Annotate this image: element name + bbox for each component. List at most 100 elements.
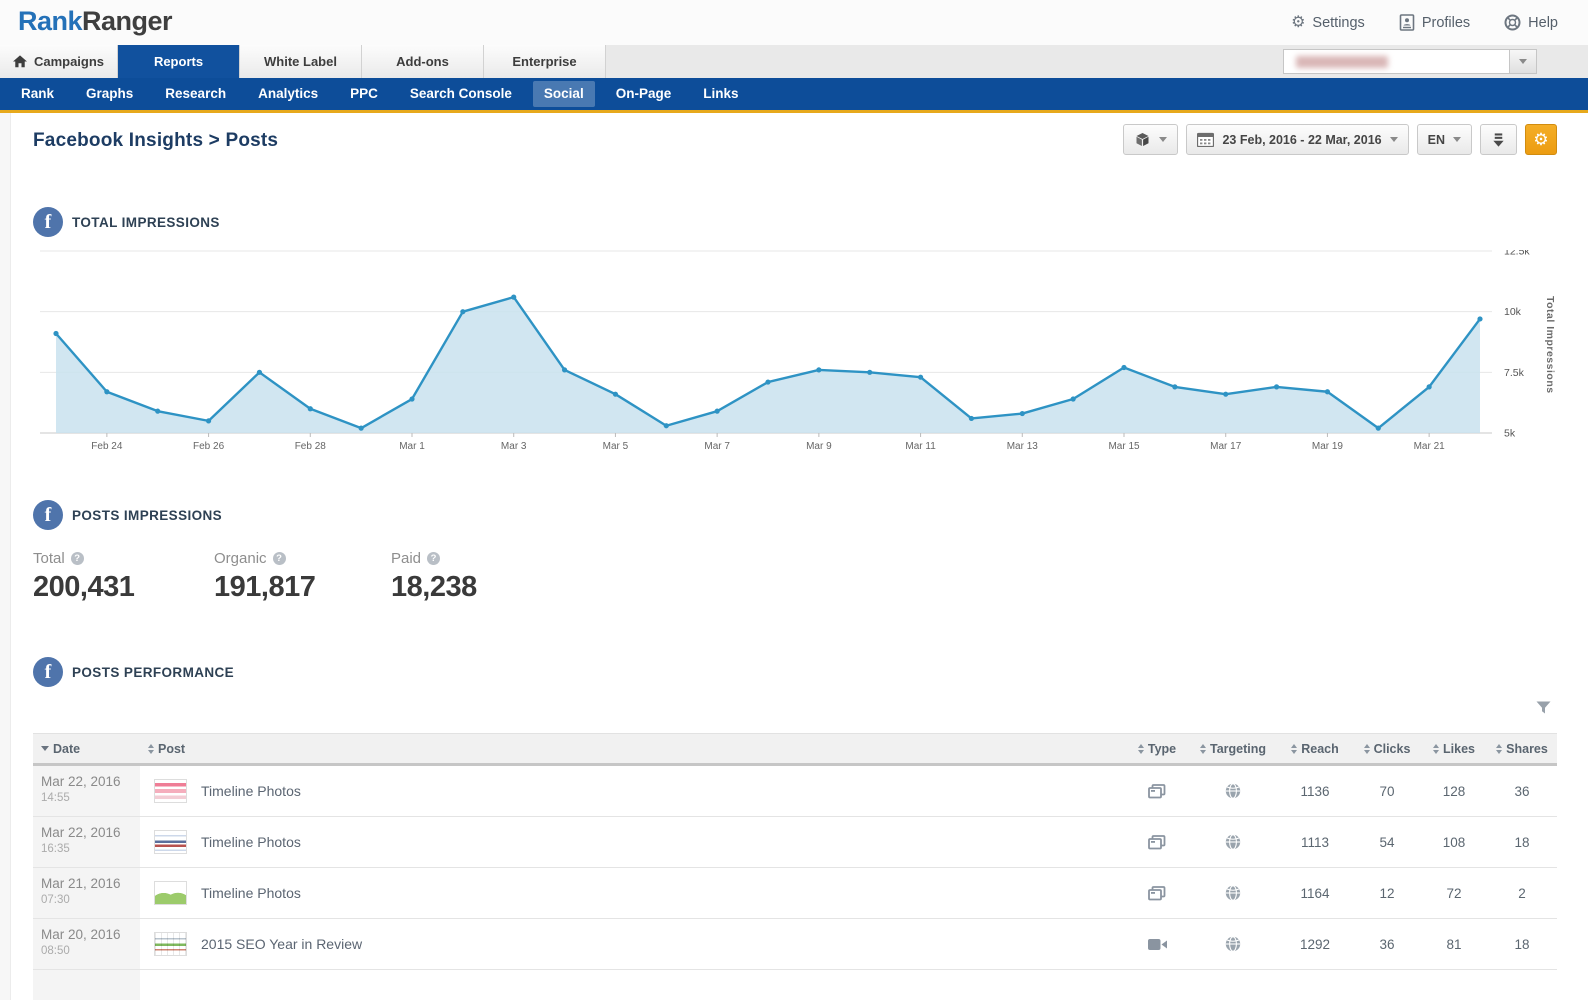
table-row[interactable]: Mar 21, 2016 07:30 Timeline Photos xyxy=(33,868,1557,919)
column-header-type[interactable]: Type xyxy=(1125,742,1189,756)
likes-value: 128 xyxy=(1421,784,1487,799)
sort-icon xyxy=(1496,744,1502,754)
post-time: 07:30 xyxy=(41,894,140,906)
home-icon xyxy=(13,55,27,68)
filter-icon[interactable] xyxy=(1536,701,1551,714)
help-link[interactable]: Help xyxy=(1504,14,1558,31)
clicks-value: 70 xyxy=(1353,784,1421,799)
download-button[interactable] xyxy=(1480,124,1517,155)
reach-value: 1164 xyxy=(1277,886,1353,901)
chart-y-axis-title: Total Impressions xyxy=(1544,296,1556,394)
settings-link[interactable]: ⚙ Settings xyxy=(1291,15,1365,31)
post-type-icon xyxy=(1125,835,1189,850)
column-header-type-label: Type xyxy=(1148,742,1176,756)
column-header-likes[interactable]: Likes xyxy=(1421,742,1487,756)
posts-impressions-title: POSTS IMPRESSIONS xyxy=(72,508,222,523)
table-header-row: Date Post Type Targeting Reach xyxy=(33,733,1557,766)
reach-value: 1136 xyxy=(1277,784,1353,799)
cube-icon xyxy=(1134,132,1151,148)
total-impressions-chart[interactable]: 5k7.5k10k12.5kFeb 24Feb 26Feb 28Mar 1Mar… xyxy=(40,250,1560,452)
profiles-link[interactable]: Profiles xyxy=(1399,14,1470,31)
subnav-item-graphs[interactable]: Graphs xyxy=(75,81,144,107)
stat-paid-label-row: Paid ? xyxy=(391,550,572,567)
column-header-reach-label: Reach xyxy=(1301,742,1339,756)
tab-add-ons-label: Add-ons xyxy=(396,54,449,69)
posts-performance-title: POSTS PERFORMANCE xyxy=(72,665,234,680)
export-package-button[interactable] xyxy=(1123,124,1178,155)
post-cell[interactable]: Timeline Photos xyxy=(140,817,1125,867)
rankranger-logo[interactable]: RankRanger xyxy=(18,6,172,37)
subnav-item-links[interactable]: Links xyxy=(692,81,749,107)
left-gutter xyxy=(0,113,11,1000)
subnav-item-research[interactable]: Research xyxy=(154,81,237,107)
logo-part-rank: Rank xyxy=(18,6,82,36)
svg-text:Mar 1: Mar 1 xyxy=(399,441,425,452)
table-row[interactable]: Mar 22, 2016 16:35 Timeline Photos xyxy=(33,817,1557,868)
page-head: Facebook Insights > Posts xyxy=(33,113,1588,154)
stat-organic-label: Organic xyxy=(214,550,267,567)
globe-icon xyxy=(1225,885,1241,901)
table-row[interactable]: Mar 22, 2016 14:55 Timeline Photos xyxy=(33,766,1557,817)
subnav-item-rank[interactable]: Rank xyxy=(10,81,65,107)
tab-white-label[interactable]: White Label xyxy=(240,45,362,78)
table-filter-row xyxy=(33,695,1557,721)
tab-add-ons[interactable]: Add-ons xyxy=(362,45,484,78)
help-tooltip-icon[interactable]: ? xyxy=(71,552,84,565)
subnav-item-on-page[interactable]: On-Page xyxy=(605,81,683,107)
stat-paid-label: Paid xyxy=(391,550,421,567)
post-type-icon xyxy=(1125,938,1189,951)
post-cell[interactable]: Timeline Photos xyxy=(140,766,1125,816)
shares-value: 18 xyxy=(1487,835,1557,850)
tab-reports[interactable]: Reports xyxy=(118,45,240,78)
help-label: Help xyxy=(1528,15,1558,31)
column-header-date[interactable]: Date xyxy=(33,742,140,756)
tab-enterprise[interactable]: Enterprise xyxy=(484,45,606,78)
column-header-targeting[interactable]: Targeting xyxy=(1189,742,1277,756)
targeting-cell xyxy=(1189,783,1277,799)
reach-value: 1113 xyxy=(1277,835,1353,850)
campaign-selector-dropdown-button[interactable] xyxy=(1509,50,1536,73)
photo-type-icon xyxy=(1148,886,1166,901)
globe-icon xyxy=(1225,783,1241,799)
clicks-value: 36 xyxy=(1353,937,1421,952)
help-tooltip-icon[interactable]: ? xyxy=(427,552,440,565)
stat-paid: Paid ? 18,238 xyxy=(391,550,572,604)
post-time: 14:55 xyxy=(41,792,140,804)
subnav-item-social[interactable]: Social xyxy=(533,81,595,107)
post-cell[interactable]: 2015 SEO Year in Review xyxy=(140,919,1125,969)
language-selector[interactable]: EN xyxy=(1417,124,1472,155)
reach-value: 1292 xyxy=(1277,937,1353,952)
campaign-selector[interactable] xyxy=(1283,49,1537,74)
posts-impressions-stats: Total ? 200,431 Organic ? 191,817 Paid ?… xyxy=(33,550,1588,604)
subnav-item-ppc[interactable]: PPC xyxy=(339,81,389,107)
tab-white-label-label: White Label xyxy=(264,54,337,69)
posts-performance-table: Date Post Type Targeting Reach xyxy=(33,733,1557,1000)
sort-icon xyxy=(1291,744,1297,754)
subnav-item-analytics[interactable]: Analytics xyxy=(247,81,329,107)
globe-icon xyxy=(1225,936,1241,952)
posts-performance-section: f POSTS PERFORMANCE Date Post Type xyxy=(33,657,1588,1000)
date-range-picker[interactable]: 23 Feb, 2016 - 22 Mar, 2016 xyxy=(1186,124,1408,155)
targeting-cell xyxy=(1189,885,1277,901)
table-row[interactable]: Mar 20, 2016 08:50 2015 SEO Year in Revi… xyxy=(33,919,1557,970)
total-impressions-title: TOTAL IMPRESSIONS xyxy=(72,215,220,230)
svg-text:Mar 11: Mar 11 xyxy=(905,441,936,452)
column-header-reach[interactable]: Reach xyxy=(1277,742,1353,756)
sort-icon xyxy=(1364,744,1370,754)
date-cell: Mar 22, 2016 14:55 xyxy=(33,766,140,816)
column-header-likes-label: Likes xyxy=(1443,742,1475,756)
tab-campaigns[interactable]: Campaigns xyxy=(0,45,118,78)
column-header-shares[interactable]: Shares xyxy=(1487,742,1557,756)
sort-icon xyxy=(1200,744,1206,754)
stat-total-value: 200,431 xyxy=(33,571,214,604)
post-title: Timeline Photos xyxy=(201,783,301,799)
column-header-post[interactable]: Post xyxy=(140,742,1125,756)
svg-text:Mar 17: Mar 17 xyxy=(1210,441,1242,452)
targeting-cell xyxy=(1189,936,1277,952)
post-cell[interactable]: Timeline Photos xyxy=(140,868,1125,918)
column-header-clicks[interactable]: Clicks xyxy=(1353,742,1421,756)
gear-icon: ⚙ xyxy=(1533,131,1548,148)
subnav-item-search-console[interactable]: Search Console xyxy=(399,81,523,107)
help-tooltip-icon[interactable]: ? xyxy=(273,552,286,565)
report-settings-button[interactable]: ⚙ xyxy=(1525,124,1557,155)
